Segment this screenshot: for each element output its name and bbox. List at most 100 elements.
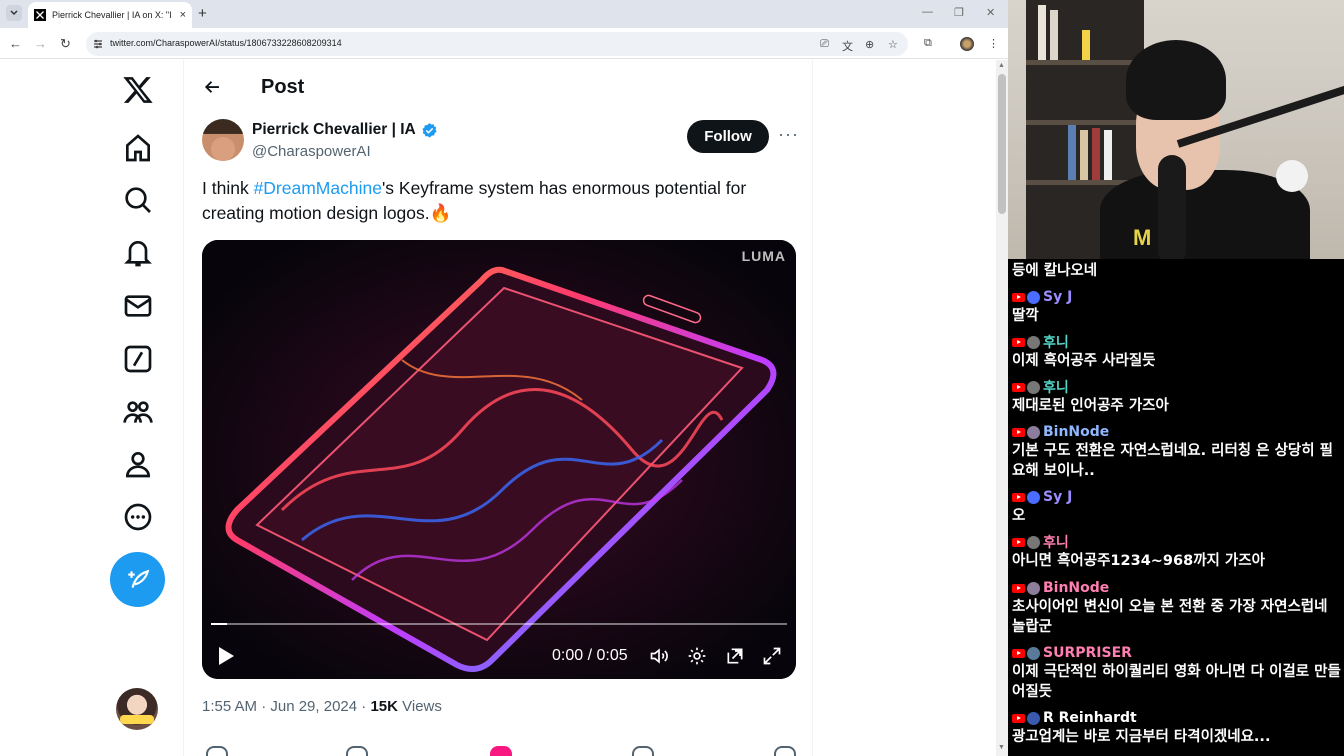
youtube-icon [1012, 382, 1025, 392]
chat-message: 오 [1012, 508, 1026, 524]
more-options-icon[interactable]: ··· [778, 124, 799, 145]
chat-username: 후니 [1043, 535, 1069, 551]
chat-username: Sy J [1043, 289, 1073, 305]
profile-avatar[interactable] [960, 37, 974, 51]
book [1038, 5, 1046, 60]
video-progress-bar[interactable] [211, 623, 787, 625]
views-label: Views [397, 698, 442, 715]
translate-icon[interactable]: 文 [842, 38, 853, 54]
user-avatar [1027, 646, 1040, 660]
lamp [1276, 160, 1308, 192]
account-avatar[interactable] [116, 688, 158, 730]
chat-user-row: BinNode [1012, 580, 1109, 596]
youtube-icon [1012, 292, 1025, 302]
install-app-icon[interactable]: ⎚ [820, 38, 829, 51]
author-name-row[interactable]: Pierrick Chevallier | IA [252, 121, 438, 139]
youtube-icon [1012, 583, 1025, 593]
chat-username: BinNode [1043, 424, 1110, 440]
user-avatar [1027, 425, 1040, 439]
like-heart-icon[interactable] [490, 746, 512, 756]
forward-icon[interactable]: → [34, 36, 47, 51]
bookmark-icon[interactable] [632, 746, 654, 756]
tab-search-button[interactable] [6, 5, 22, 21]
search-icon[interactable] [122, 184, 154, 216]
video-player[interactable]: LUMA 0:00 / 0:05 [202, 240, 796, 679]
picture-in-picture-icon[interactable] [725, 646, 745, 666]
video-frame-neon-phone [202, 240, 796, 679]
menu-kebab-icon[interactable]: ⋮ [988, 37, 999, 50]
reply-icon[interactable] [206, 746, 228, 756]
restore-icon[interactable]: ❐ [954, 6, 964, 19]
repost-icon[interactable] [346, 746, 368, 756]
scroll-down-arrow-icon[interactable]: ▼ [998, 744, 1005, 751]
x-home-logo-icon[interactable] [122, 74, 154, 106]
author-name[interactable]: Pierrick Chevallier | IA [252, 121, 416, 139]
profile-icon[interactable] [122, 448, 154, 480]
chat-username: R Reinhardt [1043, 710, 1137, 726]
chat-message: 딸깍 [1012, 308, 1039, 324]
user-avatar [1027, 490, 1040, 504]
scrollbar-thumb[interactable] [998, 74, 1006, 214]
author-handle[interactable]: @CharaspowerAI [252, 143, 371, 160]
shelf-board [1026, 120, 1144, 125]
share-icon[interactable] [774, 746, 796, 756]
fullscreen-icon[interactable] [762, 646, 782, 666]
tweet-text: I think #DreamMachine's Keyframe system … [202, 176, 802, 226]
verified-badge-icon [422, 122, 437, 138]
address-bar[interactable]: twitter.com/CharaspowerAI/status/1806733… [86, 32, 908, 56]
extensions-icon[interactable]: ⧉ [924, 37, 932, 50]
window-close-icon[interactable]: ✕ [986, 6, 995, 19]
site-info-icon[interactable] [92, 38, 104, 50]
bookmark-star-icon[interactable]: ☆ [888, 38, 898, 51]
tab-active[interactable]: Pierrick Chevallier | IA on X: "I × [28, 2, 192, 28]
follow-button[interactable]: Follow [687, 120, 769, 153]
chat-user-row: 후니 [1012, 379, 1069, 396]
compose-post-button[interactable] [110, 552, 165, 607]
back-arrow-icon[interactable] [204, 78, 222, 96]
hashtag-link[interactable]: #DreamMachine [254, 178, 382, 198]
chat-username: SURPRISER [1043, 645, 1132, 661]
book [1092, 128, 1100, 180]
new-tab-button[interactable]: + [198, 5, 207, 22]
chat-message: 이제 흑어공주 사라질듯 [1012, 353, 1156, 369]
more-circle-icon[interactable] [122, 501, 154, 533]
chat-user-row: 후니 [1012, 334, 1069, 351]
chat-username: BinNode [1043, 580, 1110, 596]
browser-window: Pierrick Chevallier | IA on X: "I × + — … [0, 0, 1008, 756]
volume-icon[interactable] [649, 646, 669, 666]
messages-envelope-icon[interactable] [122, 290, 154, 322]
minimize-icon[interactable]: — [922, 6, 933, 18]
chat-username: Sy J [1043, 489, 1073, 505]
chat-user-row: SURPRISER [1012, 645, 1132, 661]
back-icon[interactable]: ← [9, 36, 22, 51]
shirt-print: M [1133, 225, 1152, 250]
chat-message: 이제 극단적인 하이퀄리티 영화 아니면 다 이걸로 만들어질듯 [1012, 664, 1341, 700]
live-chat: 등에 칼나오네 Sy J 딸깍 후니 이제 흑어공주 사라질듯 후니 제대로된 … [1008, 259, 1344, 756]
author-avatar[interactable] [202, 119, 244, 161]
youtube-icon [1012, 648, 1025, 658]
scroll-up-arrow-icon[interactable]: ▲ [998, 62, 1005, 69]
stream-overlay: M 등에 칼나오네 Sy J 딸깍 후니 이제 흑어공주 사라질듯 후니 제대로… [1008, 0, 1344, 756]
chat-username: 후니 [1043, 335, 1069, 351]
video-timecode: 0:00 / 0:05 [552, 647, 628, 664]
url-text: twitter.com/CharaspowerAI/status/1806733… [110, 38, 342, 48]
home-icon[interactable] [122, 132, 154, 164]
chat-user-row: R Reinhardt [1012, 710, 1137, 726]
luma-watermark: LUMA [741, 248, 786, 264]
grok-icon[interactable] [122, 343, 154, 375]
tab-close-icon[interactable]: × [180, 9, 186, 21]
communities-icon[interactable] [122, 396, 154, 428]
chevron-down-icon [10, 10, 18, 16]
settings-gear-icon[interactable] [687, 646, 707, 666]
microphone [1158, 155, 1186, 259]
zoom-icon[interactable]: ⊕ [865, 38, 874, 51]
chat-message: 제대로된 인어공주 가즈아 [1012, 398, 1169, 414]
reload-icon[interactable]: ↻ [60, 36, 71, 52]
tab-title: Pierrick Chevallier | IA on X: "I [52, 10, 172, 20]
page-scrollbar[interactable]: ▲ ▼ [996, 60, 1008, 756]
book [1082, 30, 1090, 60]
user-avatar [1027, 335, 1040, 349]
play-icon[interactable] [217, 646, 235, 666]
notifications-bell-icon[interactable] [122, 237, 154, 269]
post-timestamp[interactable]: 1:55 AM · Jun 29, 2024 · [202, 698, 370, 715]
